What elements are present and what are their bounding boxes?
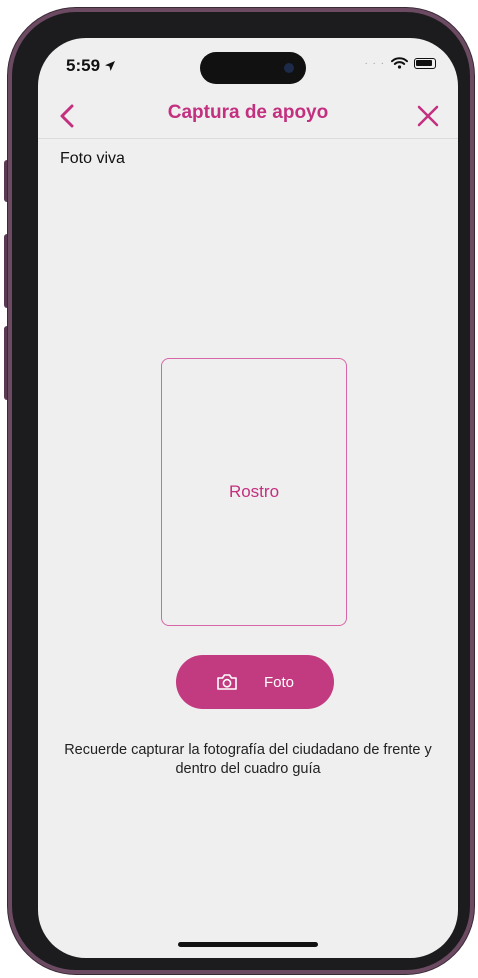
battery-icon [414,57,436,69]
take-photo-button[interactable]: Foto [176,655,334,709]
wifi-icon [391,57,408,69]
dynamic-island [200,52,306,84]
device-canvas: 5:59 · · · Captura de apoyo Foto viva Ro… [0,0,478,978]
section-label: Foto viva [60,150,125,167]
status-bar: 5:59 · · · [38,38,458,96]
page-title: Captura de apoyo [167,102,329,123]
navigation-bar: Captura de apoyo [38,96,458,139]
camera-icon [217,674,237,690]
screen: 5:59 · · · Captura de apoyo Foto viva Ro… [38,38,458,958]
status-indicators: · · · [364,57,436,69]
signal-dots: · · · [364,57,385,69]
close-icon [417,105,439,127]
home-indicator [178,942,318,947]
capture-hint: Recuerde capturar la fotografía del ciud… [64,742,432,777]
face-guide-label: Rostro [228,482,280,501]
face-guide-frame: Rostro [161,358,347,626]
phone-frame: 5:59 · · · Captura de apoyo Foto viva Ro… [8,8,474,974]
status-time: 5:59 [66,56,116,76]
status-time-text: 5:59 [66,56,101,75]
location-arrow-icon [105,61,116,71]
take-photo-label: Foto [263,673,294,691]
front-camera [284,63,294,73]
close-button[interactable] [412,100,444,132]
